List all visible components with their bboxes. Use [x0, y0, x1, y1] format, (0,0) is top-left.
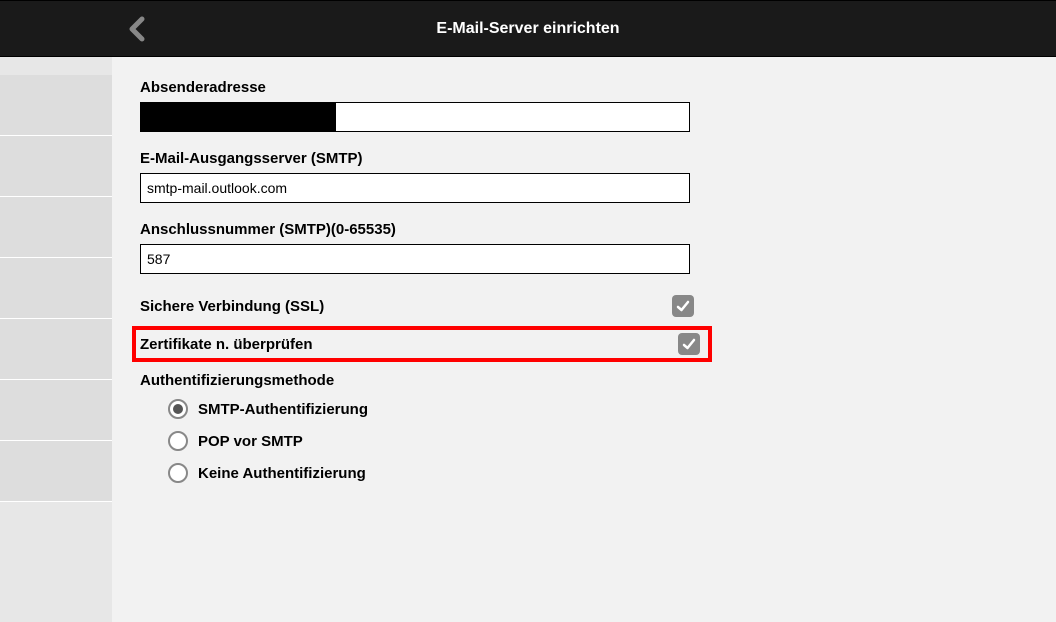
field-sender-address: Absenderadresse	[140, 79, 1056, 132]
sidebar-item[interactable]	[0, 380, 112, 441]
page-title: E-Mail-Server einrichten	[0, 20, 1056, 38]
sidebar-item[interactable]	[0, 197, 112, 258]
checkbox-ssl[interactable]	[672, 295, 694, 317]
field-port: Anschlussnummer (SMTP)(0-65535)	[140, 221, 1056, 274]
radio-icon	[168, 431, 188, 451]
input-smtp-server[interactable]	[140, 173, 690, 203]
sidebar-item[interactable]	[0, 258, 112, 319]
radio-label: POP vor SMTP	[198, 433, 303, 450]
label-auth-method: Authentifizierungsmethode	[140, 372, 1056, 389]
radio-auth-none[interactable]: Keine Authentifizierung	[168, 463, 1056, 483]
toggle-cert-no-verify: Zertifikate n. überprüfen	[132, 326, 712, 362]
radio-label: Keine Authentifizierung	[198, 465, 366, 482]
sidebar-item[interactable]	[0, 136, 112, 197]
label-port: Anschlussnummer (SMTP)(0-65535)	[140, 221, 1056, 238]
sidebar-item[interactable]	[0, 441, 112, 502]
radio-auth-smtp[interactable]: SMTP-Authentifizierung	[168, 399, 1056, 419]
check-icon	[681, 336, 697, 352]
radio-group-auth: SMTP-Authentifizierung POP vor SMTP Kein…	[140, 399, 1056, 483]
radio-label: SMTP-Authentifizierung	[198, 401, 368, 418]
radio-icon	[168, 399, 188, 419]
label-smtp-server: E-Mail-Ausgangsserver (SMTP)	[140, 150, 1056, 167]
input-port[interactable]	[140, 244, 690, 274]
radio-icon	[168, 463, 188, 483]
radio-auth-pop[interactable]: POP vor SMTP	[168, 431, 1056, 451]
field-smtp-server: E-Mail-Ausgangsserver (SMTP)	[140, 150, 1056, 203]
checkbox-cert-no-verify[interactable]	[678, 333, 700, 355]
title-bar: E-Mail-Server einrichten	[0, 0, 1056, 57]
label-ssl: Sichere Verbindung (SSL)	[140, 298, 324, 315]
sidebar	[0, 57, 112, 622]
toggle-ssl: Sichere Verbindung (SSL)	[140, 292, 694, 320]
label-sender-address: Absenderadresse	[140, 79, 1056, 96]
sidebar-item[interactable]	[0, 319, 112, 380]
chevron-left-icon	[128, 16, 146, 42]
check-icon	[675, 298, 691, 314]
back-button[interactable]	[128, 16, 146, 42]
sidebar-item[interactable]	[0, 75, 112, 136]
label-cert-no-verify: Zertifikate n. überprüfen	[140, 336, 313, 353]
input-sender-address[interactable]	[140, 102, 690, 132]
content-area: Absenderadresse E-Mail-Ausgangsserver (S…	[112, 57, 1056, 622]
